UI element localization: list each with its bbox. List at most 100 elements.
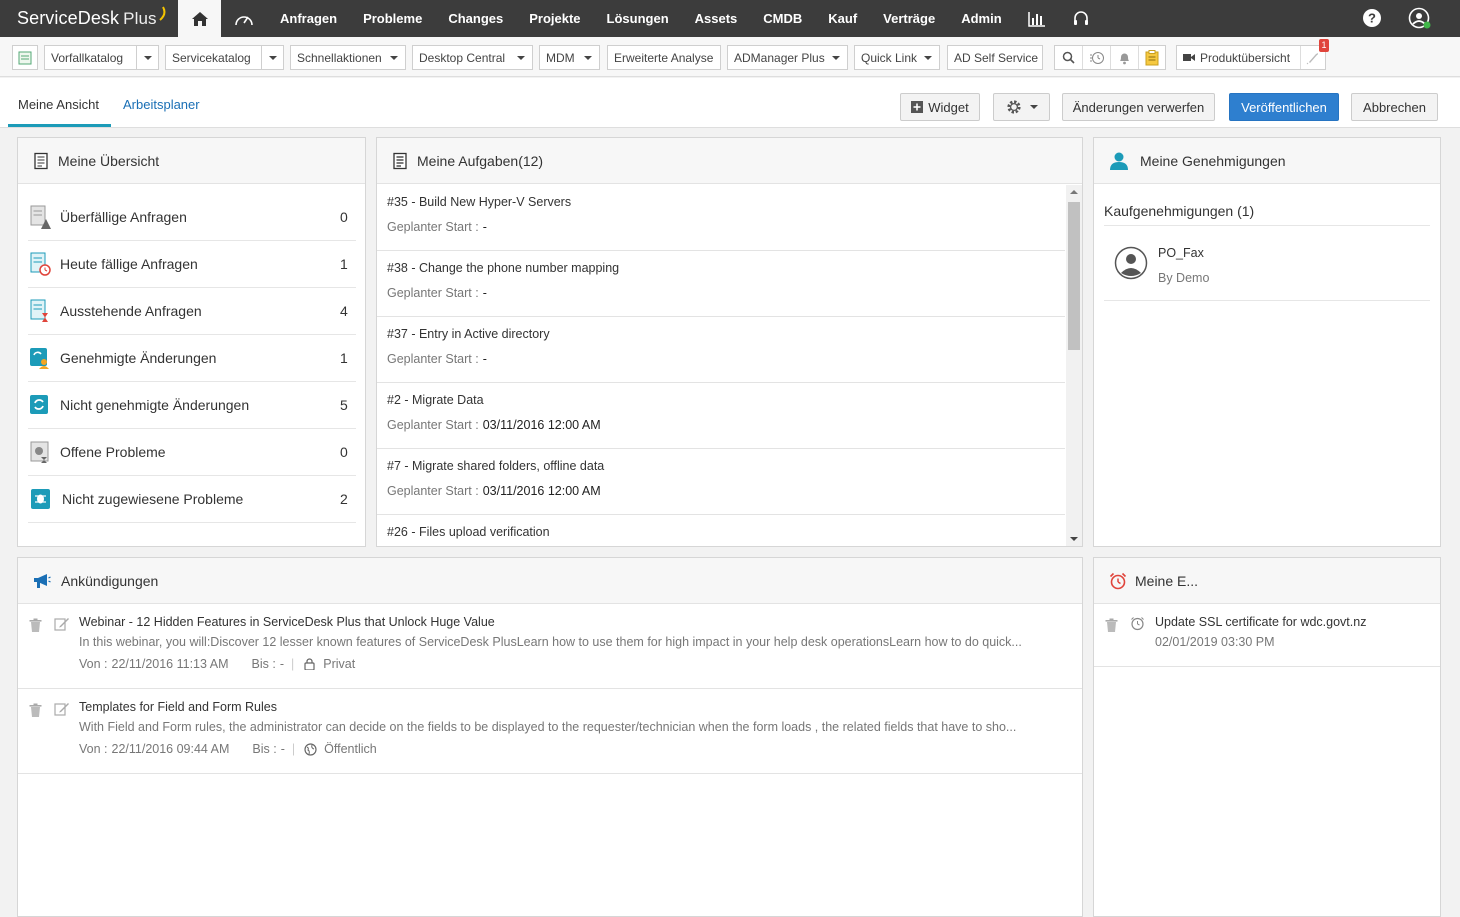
overview-row-pending[interactable]: Ausstehende Anfragen 4 <box>28 288 356 335</box>
task-start-value: - <box>482 352 487 366</box>
nav-anfragen[interactable]: Anfragen <box>267 0 350 37</box>
nav-probleme[interactable]: Probleme <box>350 0 435 37</box>
event-item[interactable]: Update SSL certificate for wdc.govt.nz 0… <box>1094 604 1440 667</box>
view-tabs-bar: Meine Ansicht Arbeitsplaner Widget Änder… <box>0 78 1460 128</box>
task-list-scrollbar[interactable] <box>1066 185 1082 546</box>
edit-button[interactable] <box>54 701 69 716</box>
meta-separator: | <box>291 742 296 756</box>
history-button[interactable] <box>1083 46 1111 69</box>
approval-item[interactable]: PO_Fax By Demo <box>1104 226 1430 301</box>
my-approvals-widget: Meine Genehmigungen Kaufgenehmigungen (1… <box>1093 137 1441 547</box>
nav-changes[interactable]: Changes <box>435 0 516 37</box>
cancel-button[interactable]: Abbrechen <box>1351 93 1438 121</box>
task-title[interactable]: #38 - Change the phone number mapping <box>387 261 619 275</box>
toolbar-label: Desktop Central <box>419 50 506 65</box>
overview-row-approved-changes[interactable]: Genehmigte Änderungen 1 <box>28 335 356 382</box>
trash-icon <box>29 703 42 717</box>
task-title[interactable]: #35 - Build New Hyper-V Servers <box>387 195 571 209</box>
overview-row-unapproved-changes[interactable]: Nicht genehmigte Änderungen 5 <box>28 382 356 429</box>
new-request-button[interactable] <box>12 45 38 70</box>
whats-new-button[interactable]: 1 <box>1301 39 1329 69</box>
overview-row-count[interactable]: 0 <box>340 444 356 460</box>
scrollbar-thumb[interactable] <box>1068 202 1080 350</box>
toolbar-label: AD Self Service <box>954 50 1039 65</box>
overview-row-count[interactable]: 0 <box>340 209 356 225</box>
task-item[interactable]: #35 - Build New Hyper-V Servers Geplanter… <box>377 185 1065 251</box>
task-title[interactable]: #37 - Entry in Active directory <box>387 327 550 341</box>
toolbar-vorfallkatalog[interactable]: Vorfallkatalog <box>44 45 159 70</box>
reminder-button[interactable] <box>1130 616 1145 631</box>
nav-loesungen[interactable]: Lösungen <box>594 0 682 37</box>
toolbar-quick-link[interactable]: Quick Link <box>854 45 940 70</box>
delete-button[interactable] <box>29 703 43 717</box>
toolbar-servicekatalog[interactable]: Servicekatalog <box>165 45 284 70</box>
toolbar-schnellaktionen[interactable]: Schnellaktionen <box>290 45 406 70</box>
edit-button[interactable] <box>54 616 69 631</box>
task-item[interactable]: #7 - Migrate shared folders, offline dat… <box>377 449 1065 515</box>
tab-scheduler[interactable]: Arbeitsplaner <box>123 97 200 112</box>
brand-plus: Plus <box>123 8 157 28</box>
nav-kauf[interactable]: Kauf <box>815 0 870 37</box>
toolbar-desktop-central[interactable]: Desktop Central <box>412 45 533 70</box>
overview-row-label: Nicht genehmigte Änderungen <box>60 397 250 413</box>
overview-row-open-problems[interactable]: Offene Probleme 0 <box>28 429 356 476</box>
toolbar-mdm[interactable]: MDM <box>539 45 600 70</box>
megaphone-icon <box>34 573 51 588</box>
overview-row-count[interactable]: 2 <box>340 491 356 507</box>
toolbar-ad-self-service[interactable]: AD Self Service <box>947 45 1043 70</box>
delete-button[interactable] <box>1105 618 1118 632</box>
settings-dropdown-button[interactable] <box>993 93 1050 121</box>
toolbar-admanager-plus[interactable]: ADManager Plus <box>727 45 848 70</box>
overview-row-count[interactable]: 1 <box>340 256 356 272</box>
tasks-button[interactable] <box>1139 46 1165 69</box>
nav-cmdb[interactable]: CMDB <box>750 0 815 37</box>
overdue-requests-icon <box>29 205 51 229</box>
announcement-item: Webinar - 12 Hidden Features in ServiceD… <box>18 604 1082 689</box>
scroll-down-arrow-icon[interactable] <box>1070 537 1078 541</box>
announcement-title[interactable]: Webinar - 12 Hidden Features in ServiceD… <box>79 615 495 629</box>
task-title[interactable]: #26 - Files upload verification <box>387 525 550 539</box>
toolbar-erweiterte-analyse[interactable]: Erweiterte Analyse <box>607 45 721 70</box>
task-title[interactable]: #2 - Migrate Data <box>387 393 484 407</box>
task-item[interactable]: #37 - Entry in Active directory Geplanter… <box>377 317 1065 383</box>
nav-admin[interactable]: Admin <box>948 0 1014 37</box>
task-item[interactable]: #38 - Change the phone number mapping Gep… <box>377 251 1065 317</box>
task-title[interactable]: #7 - Migrate shared folders, offline dat… <box>387 459 604 473</box>
nav-assets[interactable]: Assets <box>682 0 751 37</box>
event-title[interactable]: Update SSL certificate for wdc.govt.nz <box>1155 615 1366 629</box>
overview-row-unassigned-problems[interactable]: Nicht zugewiesene Probleme 2 <box>28 476 356 523</box>
dashboard-button[interactable] <box>221 11 267 27</box>
toolbar-label: Erweiterte Analyse <box>614 50 714 65</box>
task-item[interactable]: #2 - Migrate Data Geplanter Start :03/11/… <box>377 383 1065 449</box>
product-overview-label: Produktübersicht <box>1200 50 1291 65</box>
task-item[interactable]: #26 - Files upload verification <box>377 515 1065 546</box>
nav-projekte[interactable]: Projekte <box>516 0 593 37</box>
home-button[interactable] <box>178 0 221 37</box>
servicedesk-plus-logo[interactable]: ServiceDesk Plus <box>0 0 178 37</box>
overview-row-overdue[interactable]: Überfällige Anfragen 0 <box>28 194 356 241</box>
notifications-button[interactable] <box>1111 46 1139 69</box>
support-button[interactable] <box>1059 0 1103 37</box>
delete-button[interactable] <box>29 618 43 632</box>
overview-row-count[interactable]: 4 <box>340 303 356 319</box>
product-overview-button[interactable]: Produktübersicht <box>1177 46 1301 69</box>
discard-changes-button[interactable]: Änderungen verwerfen <box>1062 93 1215 121</box>
pending-requests-icon <box>29 299 51 323</box>
search-button[interactable] <box>1055 46 1083 69</box>
help-button[interactable]: ? <box>1362 8 1384 30</box>
reports-button[interactable] <box>1015 0 1059 37</box>
add-widget-button[interactable]: Widget <box>900 93 980 121</box>
active-tab-underline <box>8 124 111 127</box>
toolbar-label: Vorfallkatalog <box>51 50 124 65</box>
approval-name[interactable]: PO_Fax <box>1158 246 1204 260</box>
brand-name: ServiceDesk <box>17 8 120 28</box>
nav-vertraege[interactable]: Verträge <box>870 0 948 37</box>
scroll-up-arrow-icon[interactable] <box>1070 190 1078 194</box>
tab-my-view[interactable]: Meine Ansicht <box>18 97 99 112</box>
user-profile-button[interactable] <box>1408 7 1434 31</box>
overview-row-due-today[interactable]: Heute fällige Anfragen 1 <box>28 241 356 288</box>
announcement-title[interactable]: Templates for Field and Form Rules <box>79 700 277 714</box>
overview-row-count[interactable]: 1 <box>340 350 356 366</box>
overview-row-count[interactable]: 5 <box>340 397 356 413</box>
publish-button[interactable]: Veröffentlichen <box>1229 93 1339 121</box>
